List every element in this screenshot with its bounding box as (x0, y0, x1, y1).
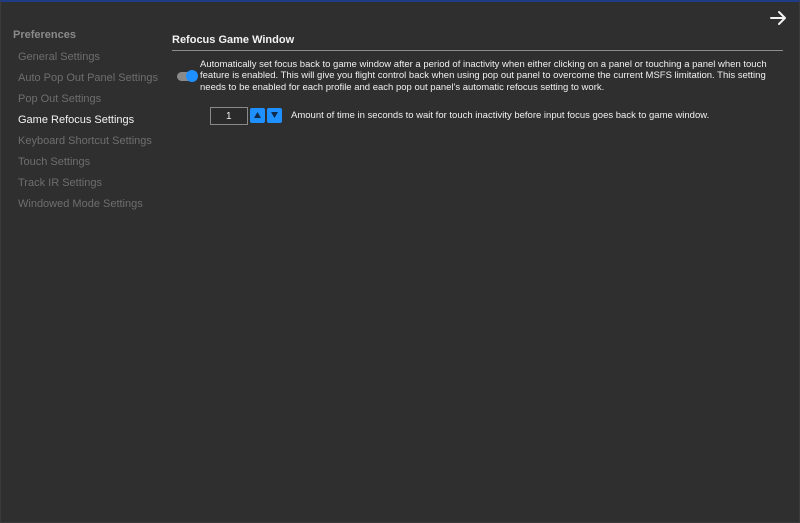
back-button[interactable] (769, 9, 789, 27)
section-title: Refocus Game Window (172, 34, 295, 46)
sidebar-item-keyboard-shortcut-settings[interactable]: Keyboard Shortcut Settings (18, 133, 158, 154)
toggle-knob (186, 70, 198, 82)
refocus-toggle[interactable] (177, 70, 198, 82)
sidebar-item-game-refocus-settings[interactable]: Game Refocus Settings (18, 112, 158, 133)
sidebar-item-general-settings[interactable]: General Settings (18, 49, 158, 70)
sidebar-item-windowed-mode-settings[interactable]: Windowed Mode Settings (18, 196, 158, 217)
decrement-button[interactable] (267, 108, 282, 123)
increment-button[interactable] (250, 108, 265, 123)
refocus-delay-label: Amount of time in seconds to wait for to… (291, 110, 710, 121)
triangle-up-icon (250, 112, 265, 118)
sidebar-title: Preferences (13, 29, 76, 41)
preferences-window: Preferences General Settings Auto Pop Ou… (0, 0, 800, 523)
triangle-down-icon (267, 112, 282, 118)
refocus-delay-row: Amount of time in seconds to wait for to… (210, 107, 790, 125)
arrow-right-icon (769, 9, 789, 27)
section-divider (172, 50, 783, 51)
refocus-description: Automatically set focus back to game win… (200, 59, 767, 93)
sidebar: Preferences General Settings Auto Pop Ou… (1, 2, 161, 522)
sidebar-item-pop-out-settings[interactable]: Pop Out Settings (18, 91, 158, 112)
refocus-delay-input[interactable] (210, 107, 248, 125)
sidebar-item-auto-pop-out-panel-settings[interactable]: Auto Pop Out Panel Settings (18, 70, 158, 91)
sidebar-item-track-ir-settings[interactable]: Track IR Settings (18, 175, 158, 196)
sidebar-item-touch-settings[interactable]: Touch Settings (18, 154, 158, 175)
sidebar-list: General Settings Auto Pop Out Panel Sett… (18, 49, 158, 217)
